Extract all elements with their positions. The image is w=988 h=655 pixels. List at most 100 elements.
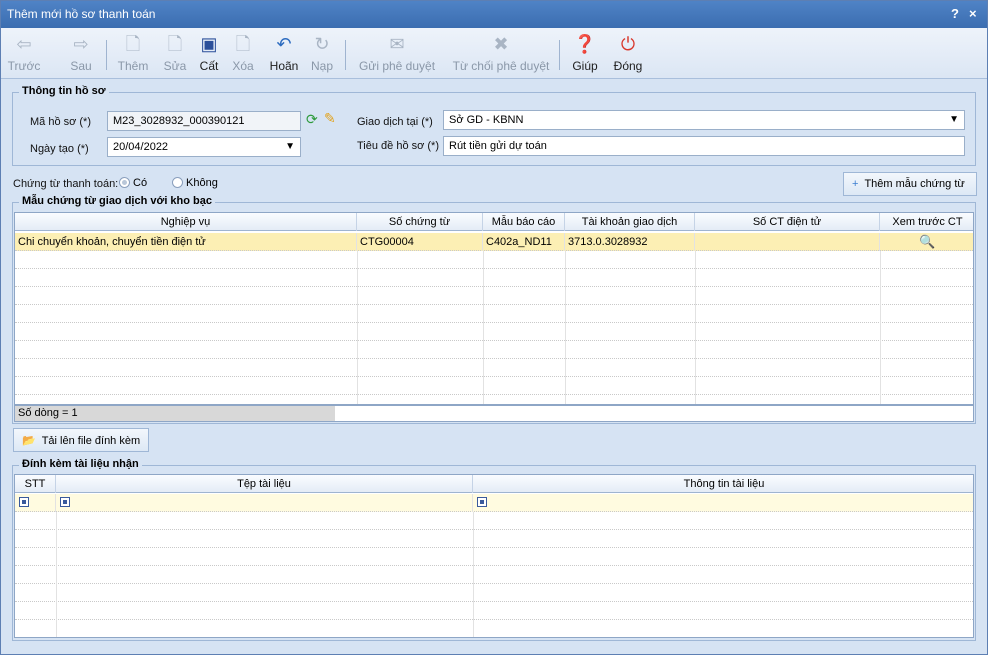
business-cell: Chi chuyển khoản, chuyển tiền điện tử: [15, 233, 357, 251]
undo-icon: ↶: [276, 34, 292, 54]
e-doc-number-cell: [695, 233, 880, 251]
column-divider: [473, 512, 474, 637]
dropdown-arrow-icon[interactable]: ▼: [949, 114, 959, 125]
empty-row: [15, 512, 973, 530]
attachments-title: Đính kèm tài liệu nhận: [19, 458, 142, 470]
arrow-left-icon: ⇦: [16, 34, 32, 54]
column-header[interactable]: Tài khoản giao dịch: [565, 213, 695, 231]
column-divider: [565, 251, 566, 404]
forward-button[interactable]: ⇨ Sau: [61, 33, 101, 75]
close-icon[interactable]: ×: [969, 6, 977, 21]
add-button[interactable]: 🗋 Thêm: [116, 33, 150, 75]
empty-row: [15, 548, 973, 566]
reject-icon: ✖: [493, 34, 509, 54]
column-divider: [56, 512, 57, 637]
column-divider: [483, 251, 484, 404]
new-row-marker-icon[interactable]: [19, 497, 29, 507]
undo-button[interactable]: ↶ Hoãn: [265, 33, 303, 75]
pencil-icon[interactable]: ✎: [324, 110, 336, 127]
dialog-window: Thêm mới hồ sơ thanh toán ? × ⇦ Trước ⇨ Sa…: [0, 0, 988, 655]
empty-row: [15, 269, 973, 287]
column-header[interactable]: Nghiệp vụ: [15, 213, 357, 231]
floppy-disk-icon: ▣: [200, 34, 218, 54]
upload-attachment-button[interactable]: 📂 Tải lên file đính kèm: [13, 428, 149, 452]
empty-row: [15, 359, 973, 377]
empty-row: [15, 566, 973, 584]
empty-row: [15, 341, 973, 359]
empty-row: [15, 530, 973, 548]
empty-row: [15, 305, 973, 323]
payment-yes-radio[interactable]: Có: [119, 177, 147, 189]
empty-row: [15, 323, 973, 341]
edit-button[interactable]: 🗋 Sửa: [160, 33, 190, 75]
info-cell: [473, 494, 973, 512]
column-divider: [880, 251, 881, 404]
column-header[interactable]: Xem trước CT: [880, 213, 973, 231]
column-header[interactable]: Mẫu báo cáo: [483, 213, 565, 231]
templates-title: Mẫu chứng từ giao dịch với kho bạc: [19, 195, 215, 207]
created-date-field[interactable]: 20/04/2022 ▼: [107, 137, 301, 157]
column-header[interactable]: Tệp tài liệu: [56, 475, 473, 493]
column-header[interactable]: STT: [15, 475, 56, 493]
delete-document-icon: 🗋: [235, 34, 251, 54]
save-button[interactable]: ▣ Cất: [195, 33, 223, 75]
empty-row: [15, 620, 973, 637]
empty-row: [15, 287, 973, 305]
record-code-field[interactable]: M23_3028932_000390121: [107, 111, 301, 131]
new-row-marker-icon[interactable]: [60, 497, 70, 507]
new-row-marker-icon[interactable]: [477, 497, 487, 507]
doc-number-cell: CTG00004: [357, 233, 483, 251]
window-title: Thêm mới hồ sơ thanh toán: [7, 7, 156, 21]
reload-button[interactable]: ↻ Nạp: [307, 33, 337, 75]
delete-button[interactable]: 🗋 Xóa: [229, 33, 257, 75]
edit-document-icon: 🗋: [167, 34, 183, 54]
close-button[interactable]: ⏻ Đóng: [609, 33, 647, 75]
table-header: STT Tệp tài liệu Thông tin tài liệu: [15, 475, 973, 493]
record-code-label: Mã hồ sơ (*): [30, 116, 92, 128]
column-header[interactable]: Số chứng từ: [357, 213, 483, 231]
title-bar: Thêm mới hồ sơ thanh toán ? ×: [1, 1, 987, 28]
column-divider: [357, 251, 358, 404]
file-cell: [56, 494, 473, 512]
stt-cell: [15, 494, 56, 512]
refresh-code-icon[interactable]: ⟳: [306, 111, 318, 128]
payment-no-radio[interactable]: Không: [172, 177, 218, 189]
column-header[interactable]: Số CT điện tử: [695, 213, 880, 231]
toolbar: ⇦ Trước ⇨ Sau 🗋 Thêm 🗋 Sửa ▣ Cất 🗋 Xóa ↶ Hoãn ↻…: [1, 28, 987, 79]
account-cell: 3713.0.3028932: [565, 233, 695, 251]
envelope-icon: ✉: [389, 34, 405, 54]
attachments-table: STT Tệp tài liệu Thông tin tài liệu: [14, 474, 974, 638]
arrow-right-icon: ⇨: [73, 34, 89, 54]
reject-approval-button[interactable]: ✖ Từ chối phê duyệt: [451, 33, 551, 75]
record-subject-label: Tiêu đề hồ sơ (*): [357, 140, 440, 152]
transaction-place-select[interactable]: Sở GD - KBNN ▼: [443, 110, 965, 130]
help-circle-icon: ❓: [573, 34, 597, 54]
preview-cell: 🔍: [880, 233, 973, 251]
toolbar-separator: [345, 40, 346, 70]
toolbar-separator: [559, 40, 560, 70]
add-template-button[interactable]: + Thêm mẫu chứng từ: [843, 172, 977, 196]
preview-document-icon[interactable]: 🔍: [919, 234, 935, 249]
back-button[interactable]: ⇦ Trước: [7, 33, 41, 75]
dropdown-arrow-icon[interactable]: ▼: [285, 141, 295, 152]
new-document-icon: 🗋: [125, 34, 141, 54]
empty-row: [15, 602, 973, 620]
column-header[interactable]: Thông tin tài liệu: [473, 475, 973, 493]
empty-row: [15, 377, 973, 395]
templates-table: Nghiệp vụ Số chứng từ Mẫu báo cáo Tài kh…: [14, 212, 974, 405]
folder-upload-icon: 📂: [22, 435, 36, 447]
column-divider: [695, 251, 696, 404]
radio-dot: [119, 177, 130, 188]
table-row[interactable]: Chi chuyển khoản, chuyển tiền điện tử CT…: [15, 233, 973, 251]
report-form-cell: C402a_ND11: [483, 233, 565, 251]
power-icon: ⏻: [620, 34, 636, 54]
help-button[interactable]: ❓ Giúp: [567, 33, 603, 75]
transaction-place-label: Giao dịch tại (*): [357, 116, 433, 128]
table-footer: Số dòng = 1: [14, 405, 974, 422]
send-approval-button[interactable]: ✉ Gửi phê duyệt: [357, 33, 437, 75]
record-subject-field[interactable]: Rút tiền gửi dự toán: [443, 136, 965, 156]
new-row[interactable]: [15, 494, 973, 512]
empty-row: [15, 251, 973, 269]
help-icon[interactable]: ?: [951, 6, 959, 21]
plus-icon: +: [852, 178, 859, 190]
